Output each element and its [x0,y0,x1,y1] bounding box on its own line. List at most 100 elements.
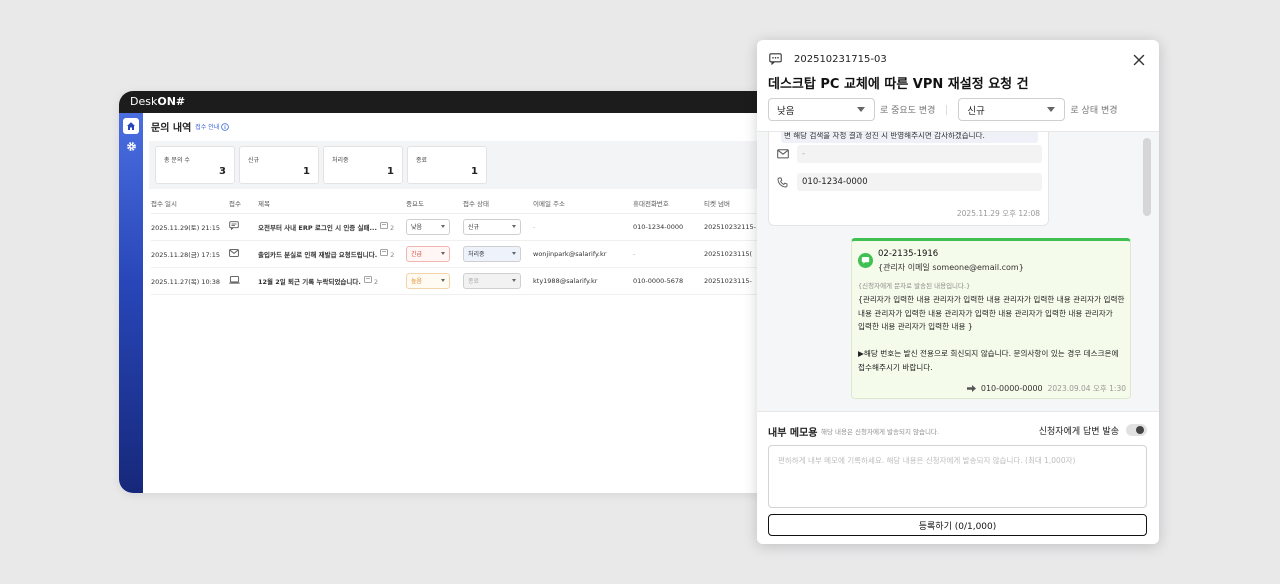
column-header[interactable]: 휴대전화번호 [633,193,704,214]
panel-header: 202510231715-03 데스크탑 PC 교체에 따른 VPN 재설정 요… [757,40,1159,132]
close-button[interactable] [1131,52,1147,68]
stat-card-in-progress: 처리중 1 [323,146,403,184]
thread-scrollbar[interactable] [1143,138,1151,406]
column-header[interactable]: 접수 [229,193,258,214]
email-row: - [777,145,1042,163]
stat-card-closed: 종료 1 [407,146,487,184]
deskon-app-window: DeskON# 문의 내역 접수 안내 총 문의 수 3 신규 1 처리중 1 종료 1 [119,91,779,493]
cell-priority: 긴급 [406,240,463,268]
cell-phone: 010-0000-5678 [633,267,704,295]
scrollbar-thumb[interactable] [1143,138,1151,216]
cell-subject[interactable]: 오전부터 사내 ERP 로그인 시 인증 실패... 2 [258,213,406,241]
cell-subject[interactable]: 출입카드 분실로 인해 재발급 요청드립니다. 2 [258,240,406,268]
stat-card-total: 총 문의 수 3 [155,146,235,184]
chevron-down-icon [1047,107,1056,112]
priority-value: 낮음 [411,224,423,231]
guide-link-label: 접수 안내 [195,124,220,131]
chat-icon [769,53,782,65]
cell-channel [229,213,258,241]
cell-priority: 높음 [406,267,463,295]
home-icon [127,122,135,130]
status-value: 처리중 [468,251,485,258]
reply-count-value: 2 [390,223,395,232]
send-reply-toggle-label: 신청자에게 답변 발송 [1038,427,1119,437]
cell-phone: 010-1234-0000 [633,213,704,241]
column-header[interactable]: 이메일 주소 [533,193,633,214]
ticket-id-row: 202510231715-03 [769,53,887,65]
sms-avatar [858,253,873,268]
chevron-down-icon [512,279,516,282]
phone-row: 010-1234-0000 [777,173,1042,191]
status-select[interactable]: 신규 [463,218,521,235]
status-value: 종료 [468,278,480,285]
chevron-down-icon [441,225,445,228]
phone-icon [777,177,788,188]
column-header[interactable]: 접수 일시 [151,193,229,214]
brand-prefix: Desk [130,95,158,108]
stat-value: 3 [219,166,226,177]
column-header[interactable]: 접수 상태 [463,193,533,214]
page-title: 문의 내역 [151,123,192,134]
message-thread[interactable]: 변 해당 검색을 자정 결과 성진 시 반영해주시면 감사하겠습니다. - 01… [757,132,1159,411]
send-arrow-icon [966,385,976,392]
chevron-down-icon [512,252,516,255]
ticket-title: 데스크탑 PC 교체에 따른 VPN 재설정 요청 건 [768,77,1029,92]
status-value: 신규 [468,224,480,231]
toggle-knob [1136,426,1144,434]
subject-text: 출입카드 분실로 인해 재발급 요청드립니다. [258,250,378,259]
cell-email: wonjinpark@salarify.kr [533,240,633,268]
priority-change-label: 로 중요도 변경 [880,106,936,116]
cell-subject[interactable]: 12월 2일 퇴근 기록 누락되었습니다. 2 [258,267,406,295]
ticket-id: 202510231715-03 [794,53,887,65]
status-select[interactable]: 종료 [463,272,521,289]
guide-link[interactable]: 접수 안내 [195,122,230,131]
reply-count: 2 [363,275,379,286]
send-reply-toggle[interactable] [1126,424,1147,436]
sms-reply-card: 02-2135-1916 {관리자 이메일 someone@email.com}… [851,238,1131,399]
subject-text: 12월 2일 퇴근 기록 누락되었습니다. [258,277,361,286]
subject-text: 오전부터 사내 ERP 로그인 시 인증 실패... [258,223,377,232]
settings-nav-button[interactable] [123,138,139,154]
close-icon [1133,54,1145,66]
app-sidebar [119,113,143,493]
cell-status: 처리중 [463,240,533,268]
stat-value: 1 [303,166,310,177]
priority-select[interactable]: 높음 [406,272,450,289]
app-topbar: DeskON# [119,91,779,113]
column-header[interactable]: 제목 [258,193,406,214]
priority-select[interactable]: 긴급 [406,245,450,262]
table-row[interactable]: 2025.11.29(토) 21:15 오전부터 사내 ERP 로그인 시 인증… [151,213,779,241]
memo-note: 해당 내용은 신청자에게 발송되지 않습니다. [821,428,939,436]
sender-email: {관리자 이메일 someone@email.com} [878,263,1024,272]
priority-select[interactable]: 낮음 [406,218,450,235]
ticket-detail-panel: 202510231715-03 데스크탑 PC 교체에 따른 VPN 재설정 요… [757,40,1159,544]
page-title-row: 문의 내역 접수 안내 [151,119,771,134]
inquiry-table: 접수 일시 접수 제목 중요도 접수 상태 이메일 주소 휴대전화번호 티켓 넘… [151,193,779,295]
memo-textarea[interactable] [768,445,1147,508]
reply-count-value: 2 [373,277,379,286]
stat-label: 종료 [416,157,428,164]
status-dropdown[interactable]: 신규 [958,98,1066,121]
column-header[interactable]: 중요도 [406,193,463,214]
table-row[interactable]: 2025.11.28(금) 17:15 출입카드 분실로 인해 재발급 요청드립… [151,240,779,268]
memo-icon [380,221,388,229]
table-row[interactable]: 2025.11.27(목) 10:38 12월 2일 퇴근 기록 누락되었습니다… [151,267,779,295]
cell-priority: 낮음 [406,213,463,241]
stats-row: 총 문의 수 3 신규 1 처리중 1 종료 1 [149,141,779,189]
reply-count: 2 [380,221,395,232]
chevron-down-icon [441,279,445,282]
brand-suffix: ON# [157,95,186,108]
device-icon [229,275,240,284]
submit-memo-button[interactable]: 등록하기 (0/1,000) [768,514,1147,536]
status-select[interactable]: 처리중 [463,245,521,262]
stat-label: 신규 [248,157,260,164]
chat-icon [229,221,239,231]
priority-dropdown[interactable]: 낮음 [768,98,875,121]
memo-icon [380,248,389,256]
chevron-down-icon [512,225,516,228]
cell-status: 종료 [463,267,533,295]
priority-value: 높음 [411,278,423,285]
message-icon [861,257,870,264]
sender-phone: 02-2135-1916 [878,249,939,259]
home-nav-button[interactable] [123,118,139,134]
